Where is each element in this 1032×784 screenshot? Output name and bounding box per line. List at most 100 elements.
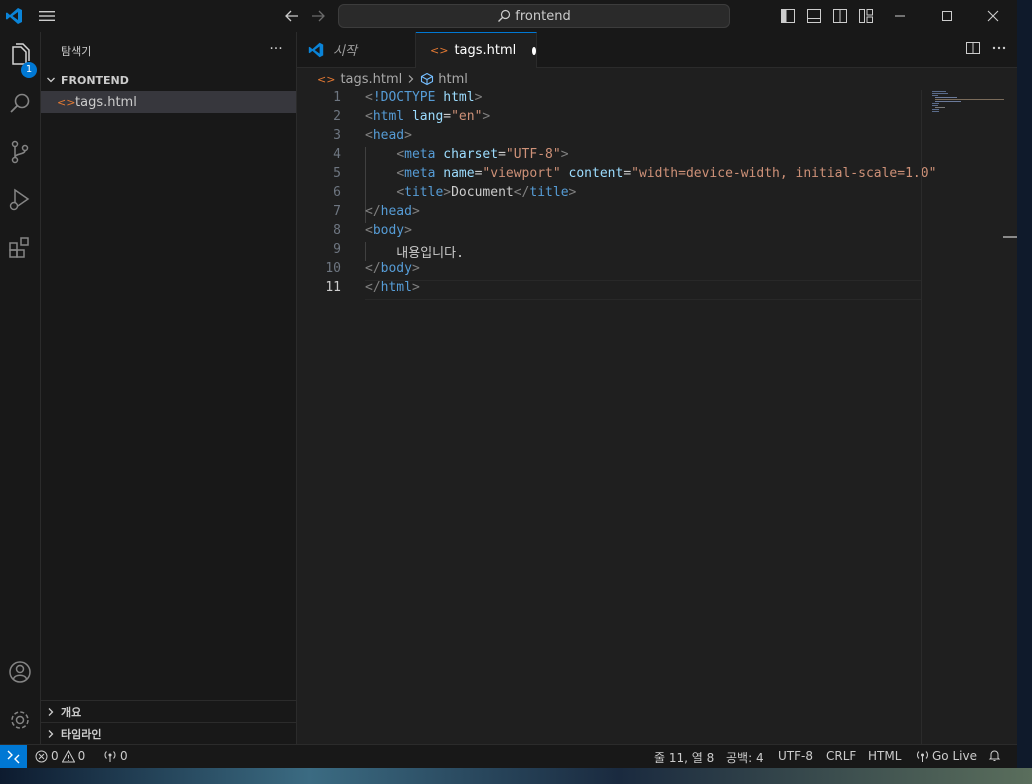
- code-editor[interactable]: 1 <!DOCTYPE html> 2 <html lang="en"> 3 <head>…: [297, 90, 1017, 744]
- vscode-window: frontend 1 탐색기 ··· FRONTEND <> tags.html…: [0, 0, 1017, 769]
- code-token: html: [380, 280, 412, 295]
- code-token: <: [396, 147, 405, 162]
- folder-label: FRONTEND: [61, 73, 129, 87]
- toggle-secondary-sidebar-icon[interactable]: [832, 8, 848, 24]
- cursor-position[interactable]: 줄 11, 열 8: [654, 749, 714, 766]
- indentation[interactable]: 공백: 4: [726, 749, 764, 766]
- desktop-background: [0, 768, 1032, 784]
- explorer-sidebar: 탐색기 ··· FRONTEND <> tags.html 개요 타임라인: [41, 32, 297, 744]
- code-token: <: [396, 166, 405, 181]
- search-activity[interactable]: [4, 88, 36, 120]
- run-debug-activity[interactable]: [4, 184, 36, 216]
- code-line[interactable]: 3 <head>: [297, 128, 921, 147]
- code-line[interactable]: 10 </body>: [297, 261, 921, 280]
- vertical-scrollbar[interactable]: [1003, 90, 1017, 744]
- problems-indicator[interactable]: 0 0: [35, 749, 85, 763]
- chevron-right-icon: [41, 729, 61, 739]
- code-token: lang: [411, 109, 444, 124]
- minimap[interactable]: [921, 90, 1005, 744]
- broadcast-icon: [104, 750, 116, 762]
- code-line[interactable]: 11 </html>: [297, 280, 921, 299]
- search-icon: [498, 9, 511, 22]
- code-text: 내용입니다.: [365, 242, 464, 261]
- code-line[interactable]: 8 <body>: [297, 223, 921, 242]
- timeline-section[interactable]: 타임라인: [41, 722, 296, 745]
- maximize-icon[interactable]: [937, 6, 957, 26]
- code-token: body: [380, 261, 412, 276]
- file-label: tags.html: [75, 94, 137, 110]
- code-token: "viewport": [482, 166, 561, 181]
- go-live-button[interactable]: Go Live: [916, 749, 977, 763]
- breadcrumb-file[interactable]: tags.html: [340, 72, 402, 87]
- toggle-primary-sidebar-icon[interactable]: [780, 8, 796, 24]
- minimize-icon[interactable]: [890, 6, 910, 26]
- code-token: <: [365, 90, 373, 105]
- code-token: >: [482, 109, 491, 124]
- accounts-activity[interactable]: [4, 656, 36, 688]
- extensions-icon: [9, 237, 29, 258]
- code-line[interactable]: 1 <!DOCTYPE html>: [297, 90, 921, 109]
- line-number: 3: [333, 128, 341, 143]
- code-token: >: [560, 147, 569, 162]
- code-line[interactable]: 7 </head>: [297, 204, 921, 223]
- ports-indicator[interactable]: 0: [103, 749, 128, 763]
- split-editor-icon[interactable]: [965, 40, 981, 56]
- code-line[interactable]: 6 <title>Document</title>: [297, 185, 921, 204]
- extensions-activity[interactable]: [4, 232, 36, 264]
- encoding[interactable]: UTF-8: [778, 749, 813, 763]
- code-text: <meta charset="UTF-8">: [365, 147, 569, 162]
- remote-indicator[interactable]: [0, 745, 27, 769]
- back-arrow-icon[interactable]: [284, 7, 300, 25]
- code-line[interactable]: 2 <html lang="en">: [297, 109, 921, 128]
- code-line[interactable]: 5 <meta name="viewport" content="width=d…: [297, 166, 936, 185]
- outline-section[interactable]: 개요: [41, 700, 296, 723]
- search-text: frontend: [515, 8, 571, 24]
- code-token: </: [365, 280, 381, 295]
- code-token: 내용입니다.: [365, 246, 464, 261]
- warning-count: 0: [77, 749, 86, 763]
- minimap-preview-icon: [932, 91, 1005, 112]
- account-icon: [9, 661, 31, 683]
- broadcast-icon: [917, 750, 928, 762]
- explorer-badge: 1: [21, 62, 37, 78]
- code-line[interactable]: 4 <meta charset="UTF-8">: [297, 147, 921, 166]
- notifications-button[interactable]: [988, 749, 1001, 762]
- code-line[interactable]: 9 내용입니다.: [297, 242, 921, 261]
- more-actions-icon[interactable]: ···: [265, 38, 287, 60]
- title-bar: frontend: [0, 0, 1017, 33]
- code-token: head: [380, 204, 412, 219]
- command-center-search[interactable]: frontend: [338, 4, 730, 28]
- unsaved-dot-icon[interactable]: [532, 46, 536, 55]
- error-icon: [35, 750, 48, 762]
- code-token: <: [396, 185, 405, 200]
- run-debug-icon: [9, 188, 30, 211]
- end-of-line[interactable]: CRLF: [826, 749, 856, 763]
- line-number: 1: [333, 90, 341, 105]
- status-bar: 0 0 0 줄 11, 열 8 공백: 4 UTF-8 CRLF HTML Go…: [0, 744, 1017, 769]
- tab-welcome[interactable]: 시작: [297, 32, 416, 67]
- close-icon[interactable]: [983, 6, 1003, 26]
- file-tags-html[interactable]: <> tags.html: [41, 91, 296, 113]
- source-control-icon: [11, 140, 29, 164]
- manage-activity[interactable]: [4, 704, 36, 736]
- forward-arrow-icon[interactable]: [310, 7, 326, 25]
- folder-frontend[interactable]: FRONTEND: [41, 70, 296, 90]
- chevron-right-icon: [408, 75, 414, 83]
- menu-icon[interactable]: [38, 8, 56, 24]
- explorer-activity[interactable]: 1: [4, 40, 37, 78]
- error-count: 0: [51, 749, 59, 763]
- customize-layout-icon[interactable]: [858, 8, 874, 24]
- toggle-panel-icon[interactable]: [806, 8, 822, 24]
- scrollbar-marker: [1003, 236, 1017, 238]
- code-token: "width=device-width, initial-scale=1.0": [631, 166, 937, 181]
- language-mode[interactable]: HTML: [868, 749, 901, 763]
- code-token: <: [365, 109, 373, 124]
- code-token: >: [443, 185, 452, 200]
- tab-tags-html[interactable]: <> tags.html: [416, 32, 537, 68]
- editor-tabs: 시작 <> tags.html: [297, 32, 1017, 68]
- code-token: html: [372, 109, 405, 124]
- more-actions-icon[interactable]: [991, 40, 1007, 56]
- breadcrumb-symbol[interactable]: html: [438, 72, 468, 87]
- code-token: >: [404, 223, 412, 238]
- source-control-activity[interactable]: [4, 136, 36, 168]
